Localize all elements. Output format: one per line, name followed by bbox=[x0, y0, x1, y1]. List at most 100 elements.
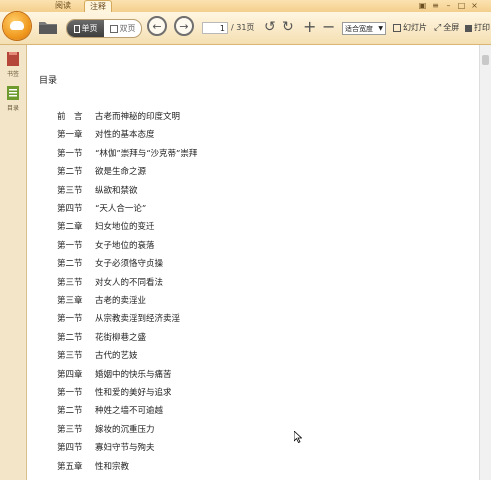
minus-icon: − bbox=[322, 17, 336, 36]
toc-item-title: 对性的基本态度 bbox=[95, 130, 155, 141]
print-label: 打印 bbox=[474, 23, 490, 32]
toc-item[interactable]: 第三节 嫁妆的沉重压力 bbox=[57, 423, 155, 435]
toc-item-title: 婚姻中的快乐与痛苦 bbox=[95, 369, 172, 380]
app-logo[interactable] bbox=[3, 12, 31, 40]
toc-item-title: 对女人的不同看法 bbox=[95, 277, 164, 288]
sidebar-label-toc: 目录 bbox=[6, 105, 19, 112]
toc-item[interactable]: 第四章 婚姻中的快乐与痛苦 bbox=[57, 368, 172, 380]
folder-icon bbox=[39, 22, 57, 34]
open-folder-button[interactable] bbox=[38, 19, 58, 35]
toc-item-title: 寡妇守节与殉夫 bbox=[95, 443, 155, 454]
page-total: / 31页 bbox=[231, 23, 255, 32]
toc-item-title: 纵欲和禁欲 bbox=[95, 185, 138, 196]
double-page-icon bbox=[109, 24, 118, 33]
print-button[interactable]: 打印 bbox=[465, 21, 490, 35]
toc-item-number: 第三节 bbox=[57, 185, 83, 196]
toc-item[interactable]: 第三节 古代的艺妓 bbox=[57, 349, 138, 361]
toc-item-number: 第三节 bbox=[57, 424, 83, 435]
mouse-cursor-icon bbox=[293, 428, 303, 447]
minimize-icon[interactable]: – bbox=[444, 1, 453, 10]
zoom-value: 适合宽度 bbox=[345, 25, 373, 33]
toc-item-title: 花街柳巷之盛 bbox=[95, 332, 147, 343]
toc-item[interactable]: 第一章 对性的基本态度 bbox=[57, 128, 155, 140]
toc-item[interactable]: 第一节 女子地位的衰落 bbox=[57, 239, 155, 251]
document-page: 目录 前 言 古老而神秘的印度文明 第一章 对性的基本态度 第一节 “林伽”崇拜与“沙克蒂… bbox=[27, 45, 479, 480]
tab-read[interactable]: 阅读 bbox=[50, 0, 76, 11]
toc-item-number: 前 言 bbox=[57, 112, 83, 122]
toc-item[interactable]: 第二节 欲是生命之源 bbox=[57, 165, 146, 177]
menu-icon[interactable]: ≡ bbox=[431, 1, 440, 10]
zoom-out-button[interactable]: − bbox=[322, 19, 335, 35]
arrow-right-icon: → bbox=[179, 19, 189, 33]
toc-item-number: 第二节 bbox=[57, 167, 83, 178]
logo-mark bbox=[10, 21, 24, 30]
toc-item-number: 第二节 bbox=[57, 332, 83, 343]
toc-item[interactable]: 第二节 女子必须恪守贞操 bbox=[57, 257, 163, 269]
close-icon[interactable]: × bbox=[470, 1, 479, 10]
skin-icon[interactable]: ▣ bbox=[418, 1, 427, 10]
double-page-button[interactable]: 双页 bbox=[104, 20, 141, 37]
sidebar-label-bookmarks: 书签 bbox=[6, 71, 19, 78]
zoom-in-button[interactable]: + bbox=[303, 19, 316, 35]
toc-item-number: 第二节 bbox=[57, 406, 83, 417]
toc-item[interactable]: 第一节 “林伽”崇拜与“沙克蒂”崇拜 bbox=[57, 147, 197, 159]
toc-item-title: 妇女地位的变迁 bbox=[95, 222, 155, 233]
page-number-input[interactable]: 1 bbox=[202, 22, 228, 34]
fullscreen-label: 全屏 bbox=[443, 23, 460, 32]
single-page-icon bbox=[73, 24, 80, 33]
toc-item-number: 第五章 bbox=[57, 461, 83, 472]
toc-icon bbox=[7, 86, 19, 100]
toc-item-number: 第一节 bbox=[57, 148, 83, 159]
next-page-button[interactable]: → bbox=[174, 16, 194, 36]
toc-item-title: 种姓之墙不可逾越 bbox=[95, 406, 164, 417]
toc-item-title: “天人合一论” bbox=[95, 204, 147, 214]
toc-item[interactable]: 前 言 古老而神秘的印度文明 bbox=[57, 110, 180, 122]
arrow-left-icon: ← bbox=[152, 19, 162, 33]
fullscreen-button[interactable]: ⤢ 全屏 bbox=[434, 21, 459, 35]
toc-item-title: 欲是生命之源 bbox=[95, 167, 147, 178]
single-page-label: 单页 bbox=[81, 24, 98, 33]
toc-item[interactable]: 第四节 “天人合一论” bbox=[57, 202, 146, 214]
zoom-select[interactable]: 适合宽度 ▼ bbox=[342, 22, 386, 35]
toc-item-title: 嫁妆的沉重压力 bbox=[95, 424, 155, 435]
sidebar-item-bookmarks[interactable]: 书签 bbox=[3, 51, 23, 79]
toc-item[interactable]: 第三章 古老的卖淫业 bbox=[57, 294, 146, 306]
toc-item-number: 第四节 bbox=[57, 443, 83, 454]
sidebar: 书签 目录 bbox=[0, 45, 27, 480]
rotate-right-icon: ↻ bbox=[282, 19, 294, 35]
toc-item-number: 第一节 bbox=[57, 314, 83, 325]
tab-annotate[interactable]: 注释 bbox=[84, 0, 112, 12]
single-page-button[interactable]: 单页 bbox=[67, 20, 104, 37]
toc-item[interactable]: 第五章 性和宗教 bbox=[57, 460, 129, 472]
sidebar-item-toc[interactable]: 目录 bbox=[3, 85, 23, 113]
toc-item[interactable]: 第二节 种姓之墙不可逾越 bbox=[57, 404, 163, 416]
toc-item[interactable]: 第一节 性和爱的美好与追求 bbox=[57, 386, 172, 398]
rotate-right-button[interactable]: ↻ bbox=[282, 19, 294, 35]
rotate-left-button[interactable]: ↺ bbox=[264, 19, 276, 35]
toc-item[interactable]: 第四节 寡妇守节与殉夫 bbox=[57, 441, 155, 453]
toc-item-number: 第三节 bbox=[57, 351, 83, 362]
toc-item[interactable]: 第一节 从宗教卖淫到经济卖淫 bbox=[57, 312, 180, 324]
toc-item-title: 古代的艺妓 bbox=[95, 351, 138, 362]
scrollbar-thumb[interactable] bbox=[482, 55, 489, 65]
plus-icon: + bbox=[303, 17, 317, 36]
toc-item[interactable]: 第二节 花街柳巷之盛 bbox=[57, 331, 146, 343]
toc-item-number: 第二章 bbox=[57, 222, 83, 233]
prev-page-button[interactable]: ← bbox=[147, 16, 167, 36]
page-title: 目录 bbox=[39, 76, 58, 86]
toc-item-number: 第四章 bbox=[57, 369, 83, 380]
toc-item-title: 从宗教卖淫到经济卖淫 bbox=[95, 314, 181, 325]
toc-item-title: 女子必须恪守贞操 bbox=[95, 259, 164, 270]
toc-item-title: “林伽”崇拜与“沙克蒂”崇拜 bbox=[95, 148, 198, 159]
printer-icon bbox=[465, 24, 472, 32]
double-page-label: 双页 bbox=[119, 24, 136, 33]
slideshow-button[interactable]: 幻灯片 bbox=[393, 21, 427, 35]
maximize-icon[interactable]: □ bbox=[457, 1, 466, 10]
toc-item[interactable]: 第三节 对女人的不同看法 bbox=[57, 276, 163, 288]
vertical-scrollbar[interactable] bbox=[479, 45, 491, 480]
toc-item[interactable]: 第三节 纵欲和禁欲 bbox=[57, 184, 138, 196]
toc-item-number: 第三节 bbox=[57, 277, 83, 288]
toc-item[interactable]: 第二章 妇女地位的变迁 bbox=[57, 220, 155, 232]
chevron-down-icon: ▼ bbox=[378, 25, 383, 32]
rotate-left-icon: ↺ bbox=[264, 19, 276, 35]
